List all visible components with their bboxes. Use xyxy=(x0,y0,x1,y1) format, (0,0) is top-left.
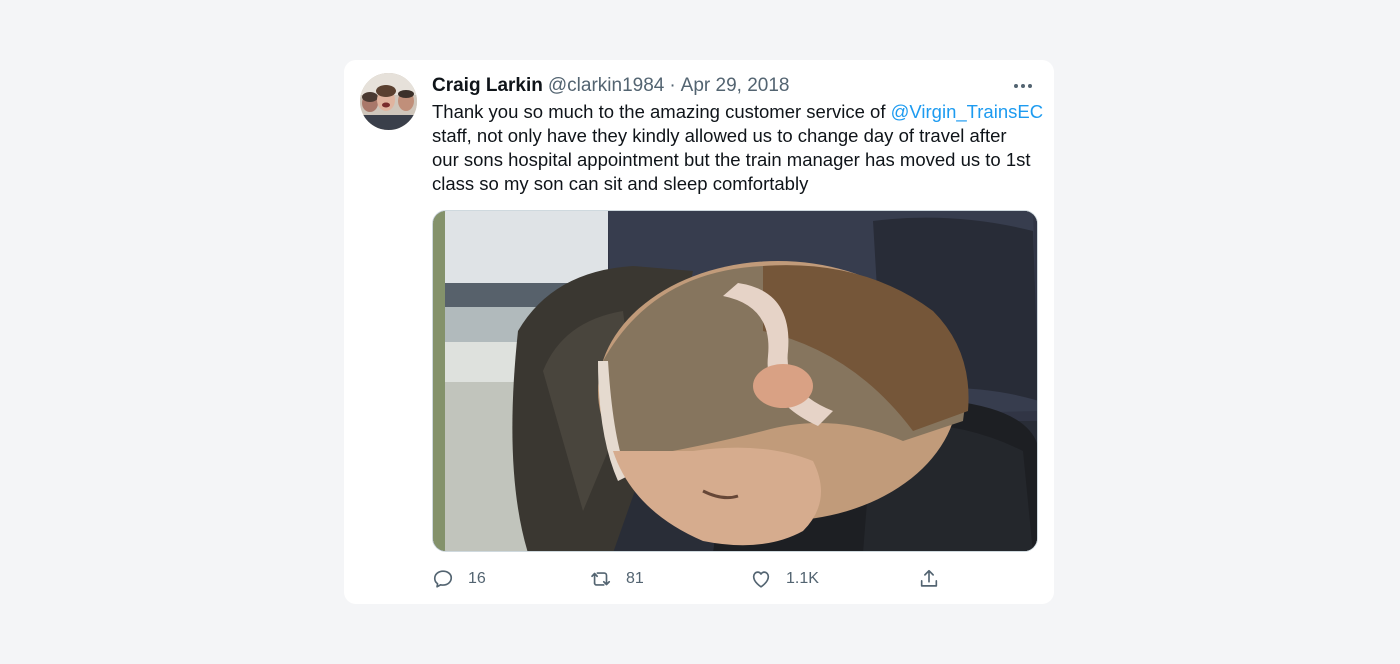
tweet-card[interactable]: Craig Larkin @clarkin1984 · Apr 29, 2018… xyxy=(344,60,1054,604)
retweet-button[interactable]: 81 xyxy=(590,565,644,593)
more-dot xyxy=(1014,84,1018,88)
tweet-header: Craig Larkin @clarkin1984 · Apr 29, 2018 xyxy=(432,74,1038,98)
photo-image xyxy=(433,211,1037,551)
retweet-icon xyxy=(591,572,611,586)
like-count: 1.1K xyxy=(786,570,819,587)
reply-button[interactable]: 16 xyxy=(432,565,486,593)
avatar[interactable] xyxy=(360,73,417,130)
tweet-text-line: our sons hospital appointment but the tr… xyxy=(432,149,1031,170)
tweet-photo[interactable] xyxy=(432,210,1038,552)
like-button[interactable]: 1.1K xyxy=(750,565,819,593)
reply-count: 16 xyxy=(468,570,486,587)
tweet-text-segment: Thank you so much to the amazing custome… xyxy=(432,101,891,122)
display-name[interactable]: Craig Larkin xyxy=(432,74,543,98)
tweet-text-line: Thank you so much to the amazing custome… xyxy=(432,100,1043,124)
user-handle[interactable]: @clarkin1984 xyxy=(548,74,664,98)
tweet-text-line: staff, not only have they kindly allowed… xyxy=(432,125,1007,146)
share-button[interactable] xyxy=(918,565,954,593)
more-icon[interactable] xyxy=(1008,74,1038,98)
more-dot xyxy=(1028,84,1032,88)
heart-icon xyxy=(752,571,770,588)
reply-icon xyxy=(433,570,453,588)
mention-link[interactable]: @Virgin_TrainsEC xyxy=(891,101,1043,122)
tweet-body: Craig Larkin @clarkin1984 · Apr 29, 2018… xyxy=(432,74,1043,196)
tweet-text-line: class so my son can sit and sleep comfor… xyxy=(432,173,809,194)
action-bar: 16 81 1.1K xyxy=(432,565,952,593)
tweet-text: Thank you so much to the amazing custome… xyxy=(432,100,1043,196)
more-dot xyxy=(1021,84,1025,88)
avatar-photo xyxy=(360,73,417,130)
tweet-date[interactable]: Apr 29, 2018 xyxy=(681,74,790,98)
share-icon xyxy=(920,569,938,587)
header-separator: · xyxy=(669,75,676,96)
retweet-count: 81 xyxy=(626,570,644,587)
